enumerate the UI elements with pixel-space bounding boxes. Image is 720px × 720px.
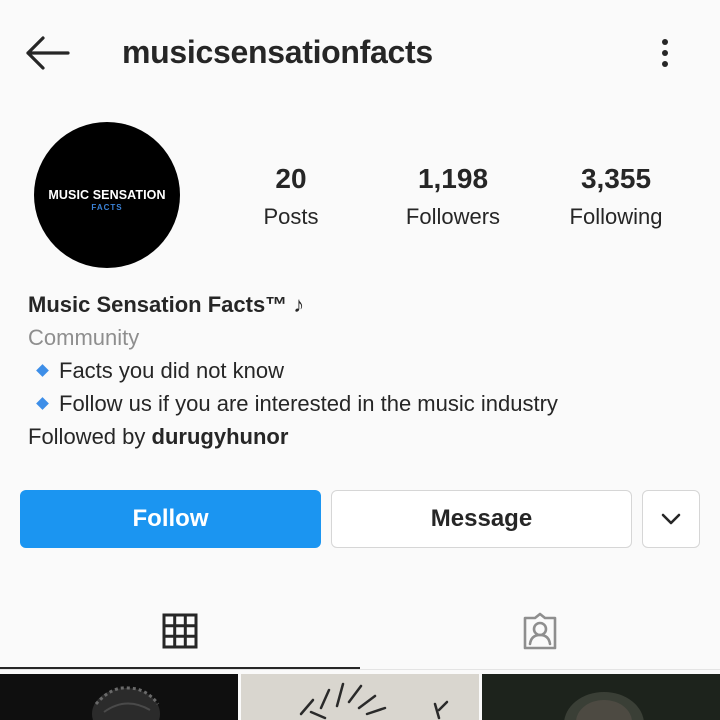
post-image	[92, 686, 160, 720]
suggested-accounts-button[interactable]	[642, 490, 700, 548]
followed-by[interactable]: Followed by durugyhunor	[28, 420, 708, 453]
chevron-down-icon	[661, 513, 681, 525]
post-image	[564, 692, 644, 720]
followed-by-label: Followed by	[28, 424, 152, 449]
following-count: 3,355	[580, 163, 652, 194]
grid-icon	[162, 613, 198, 649]
post-thumbnail[interactable]	[241, 674, 479, 720]
profile-avatar[interactable]: MUSIC SENSATION FACTS	[34, 122, 180, 268]
post-thumbnail[interactable]	[482, 674, 720, 720]
followers-count: 1,198	[417, 163, 489, 194]
posts-count: 20	[275, 163, 307, 194]
following-label: Following	[569, 204, 663, 229]
blue-diamond-icon	[36, 364, 49, 378]
more-vertical-icon	[662, 39, 668, 67]
profile-category: Community	[28, 325, 140, 350]
top-bar: musicsensationfacts	[0, 0, 720, 106]
bio-line-text: Follow us if you are interested in the m…	[59, 391, 558, 416]
blue-diamond-icon	[36, 397, 49, 411]
bio-line: Follow us if you are interested in the m…	[28, 387, 708, 420]
posts-label: Posts	[263, 204, 319, 229]
tab-tagged[interactable]	[360, 592, 720, 670]
bio-line-text: Facts you did not know	[59, 358, 285, 383]
profile-bio: Music Sensation Facts™ ♪ Community Facts…	[28, 288, 708, 453]
followed-by-user[interactable]: durugyhunor	[152, 424, 289, 449]
followers-stat[interactable]: 1,198 Followers	[388, 162, 518, 232]
profile-username: musicsensationfacts	[122, 34, 433, 70]
message-button[interactable]: Message	[331, 490, 632, 548]
profile-display-name: Music Sensation Facts™ ♪	[28, 292, 305, 317]
arrow-left-icon	[26, 36, 70, 70]
more-options-button[interactable]	[652, 36, 678, 72]
tab-divider	[0, 669, 720, 670]
follow-button[interactable]: Follow	[20, 490, 321, 548]
back-button[interactable]	[24, 34, 70, 72]
posts-stat[interactable]: 20 Posts	[232, 162, 350, 232]
tab-posts-grid[interactable]	[0, 592, 360, 670]
following-stat[interactable]: 3,355 Following	[552, 162, 680, 232]
followers-label: Followers	[405, 204, 501, 229]
bio-line: Facts you did not know	[28, 354, 708, 387]
avatar-logo-subtext: FACTS	[91, 203, 123, 212]
post-image	[299, 682, 449, 720]
tagged-person-icon	[523, 612, 557, 650]
avatar-logo-text: MUSIC SENSATION	[48, 188, 166, 202]
post-thumbnail[interactable]	[0, 674, 238, 720]
